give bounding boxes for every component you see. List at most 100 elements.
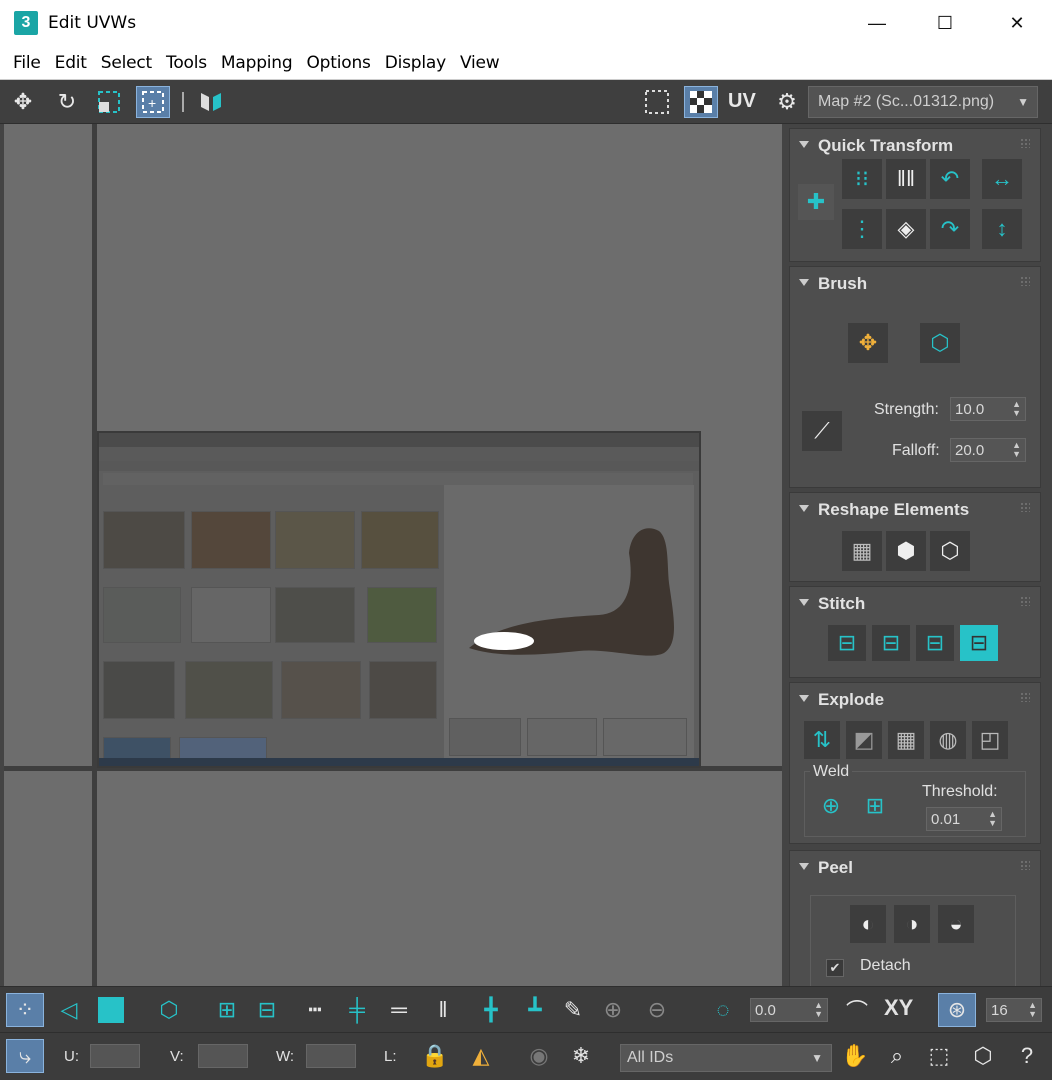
- grow-selection-icon[interactable]: ⊞: [208, 993, 246, 1027]
- maximize-button[interactable]: ☐: [910, 0, 980, 46]
- collapse-triangle-icon[interactable]: [799, 505, 809, 512]
- help-icon[interactable]: ?: [1008, 1039, 1046, 1073]
- rotate-cw-icon[interactable]: ↷: [930, 209, 970, 249]
- loop-icon[interactable]: ┅: [296, 993, 334, 1027]
- falloff-spinner[interactable]: 20.0 ▲ ▼: [950, 438, 1026, 462]
- scale-icon[interactable]: [92, 86, 126, 118]
- uv-toggle[interactable]: UV: [728, 90, 756, 113]
- detach-checkbox[interactable]: ✔: [826, 959, 844, 977]
- collapse-triangle-icon[interactable]: [799, 599, 809, 606]
- v-field[interactable]: [198, 1044, 248, 1068]
- weld-selected-icon[interactable]: ⊕: [812, 787, 850, 825]
- minimize-button[interactable]: —: [842, 0, 912, 46]
- xy-toggle[interactable]: XY: [884, 995, 913, 1021]
- collapse-triangle-icon[interactable]: [799, 863, 809, 870]
- pan-icon[interactable]: ✋: [836, 1039, 874, 1073]
- grip-icon[interactable]: [1020, 860, 1030, 870]
- absolute-mode-icon[interactable]: ⤷: [6, 1039, 44, 1073]
- pivot-icon[interactable]: ✚: [798, 184, 834, 220]
- flatten-by-polygon-icon[interactable]: ◩: [846, 721, 882, 759]
- element-mode-icon[interactable]: ⬡: [150, 993, 188, 1027]
- falloff-type-icon[interactable]: ⌒: [838, 993, 876, 1027]
- close-button[interactable]: ✕: [982, 0, 1052, 46]
- map-settings-icon[interactable]: ⚙: [770, 86, 804, 118]
- weld-target-icon[interactable]: ⊞: [856, 787, 894, 825]
- strength-spinner[interactable]: 10.0 ▲ ▼: [950, 397, 1026, 421]
- angle-spinner[interactable]: 0.0 ▲ ▼: [750, 998, 828, 1022]
- falloff-curve-icon[interactable]: ⟋: [802, 411, 842, 451]
- spinner-arrows-icon[interactable]: ▲ ▼: [1012, 400, 1021, 418]
- unhide-icon[interactable]: ◉: [520, 1039, 558, 1073]
- reset-peel-icon[interactable]: ◒: [938, 905, 974, 943]
- peel-mode-icon[interactable]: ◑: [894, 905, 930, 943]
- zoom-region-icon[interactable]: ⬚: [920, 1039, 958, 1073]
- zoom-icon[interactable]: ⌕: [878, 1039, 916, 1073]
- rollout-title[interactable]: Explode: [818, 690, 884, 710]
- shrink-selection-icon[interactable]: ⊟: [248, 993, 286, 1027]
- menu-display[interactable]: Display: [378, 53, 453, 73]
- collapse-triangle-icon[interactable]: [799, 279, 809, 286]
- vertex-mode-icon[interactable]: ⁘: [6, 993, 44, 1027]
- collapse-triangle-icon[interactable]: [799, 141, 809, 148]
- relax-icon[interactable]: ⬢: [886, 531, 926, 571]
- stitch-source-icon[interactable]: ⊟: [872, 625, 910, 661]
- lock-icon[interactable]: 🔒: [416, 1039, 454, 1073]
- move-icon[interactable]: ✥: [6, 86, 40, 118]
- edge-mode-icon[interactable]: ◁: [50, 993, 88, 1027]
- hide-icon[interactable]: ◭: [462, 1039, 500, 1073]
- spinner-arrows-icon[interactable]: ▲ ▼: [814, 1001, 823, 1019]
- grip-icon[interactable]: [1020, 276, 1030, 286]
- stitch-average-icon[interactable]: ⊟: [916, 625, 954, 661]
- grip-icon[interactable]: [1020, 596, 1030, 606]
- material-id-dropdown[interactable]: All IDs ▼: [620, 1044, 832, 1072]
- soft-select-icon[interactable]: ◌: [704, 993, 742, 1027]
- spread-horizontal-icon[interactable]: ↔: [982, 159, 1022, 199]
- spinner-arrows-icon[interactable]: ▲ ▼: [988, 810, 997, 828]
- rollout-title[interactable]: Brush: [818, 274, 867, 294]
- paint-shrink-icon[interactable]: ⊖: [638, 993, 676, 1027]
- flatten-custom-icon[interactable]: ◰: [972, 721, 1008, 759]
- u-field[interactable]: [90, 1044, 140, 1068]
- paint-move-icon[interactable]: ✥: [848, 323, 888, 363]
- polygon-mode-icon[interactable]: [92, 993, 130, 1027]
- menu-file[interactable]: File: [6, 53, 48, 73]
- spread-vertical-icon[interactable]: ↕: [982, 209, 1022, 249]
- threshold-spinner[interactable]: 0.01 ▲ ▼: [926, 807, 1002, 831]
- loop-shrink-icon[interactable]: ═: [380, 993, 418, 1027]
- menu-tools[interactable]: Tools: [159, 53, 214, 73]
- stitch-custom-icon[interactable]: ⊟: [828, 625, 866, 661]
- break-icon[interactable]: ⇅: [804, 721, 840, 759]
- menu-select[interactable]: Select: [94, 53, 159, 73]
- grip-icon[interactable]: [1020, 502, 1030, 512]
- menu-mapping[interactable]: Mapping: [214, 53, 300, 73]
- w-field[interactable]: [306, 1044, 356, 1068]
- zoom-extents-icon[interactable]: ⬡: [964, 1039, 1002, 1073]
- grip-icon[interactable]: [1020, 692, 1030, 702]
- ring-shrink-icon[interactable]: ┻: [516, 993, 554, 1027]
- relax-settings-icon[interactable]: ⬡: [930, 531, 970, 571]
- loop-grow-icon[interactable]: ╪: [338, 993, 376, 1027]
- center-icon[interactable]: ◈: [886, 209, 926, 249]
- space-vertical-icon[interactable]: ‖‖: [886, 159, 926, 199]
- flatten-by-smoothing-icon[interactable]: ▦: [888, 721, 924, 759]
- rotate-ccw-icon[interactable]: ↶: [930, 159, 970, 199]
- uv-viewport[interactable]: [4, 124, 782, 986]
- quick-peel-icon[interactable]: ◐: [850, 905, 886, 943]
- snap-spinner[interactable]: 16 ▲ ▼: [986, 998, 1042, 1022]
- snap-grid-icon[interactable]: ⊛: [938, 993, 976, 1027]
- ring-grow-icon[interactable]: ╋: [472, 993, 510, 1027]
- checker-icon[interactable]: [640, 86, 674, 118]
- menu-edit[interactable]: Edit: [48, 53, 94, 73]
- map-dropdown[interactable]: Map #2 (Sc...01312.png) ▼: [808, 86, 1038, 118]
- rollout-title[interactable]: Stitch: [818, 594, 865, 614]
- straighten-icon[interactable]: ▦: [842, 531, 882, 571]
- rollout-title[interactable]: Quick Transform: [818, 136, 953, 156]
- freeze-icon[interactable]: ❄: [562, 1039, 600, 1073]
- grip-icon[interactable]: [1020, 138, 1030, 148]
- paint-grow-icon[interactable]: ⊕: [594, 993, 632, 1027]
- menu-view[interactable]: View: [453, 53, 507, 73]
- rollout-title[interactable]: Reshape Elements: [818, 500, 969, 520]
- freeform-icon[interactable]: +: [136, 86, 170, 118]
- flatten-by-material-icon[interactable]: ◍: [930, 721, 966, 759]
- checker-pattern-icon[interactable]: [684, 86, 718, 118]
